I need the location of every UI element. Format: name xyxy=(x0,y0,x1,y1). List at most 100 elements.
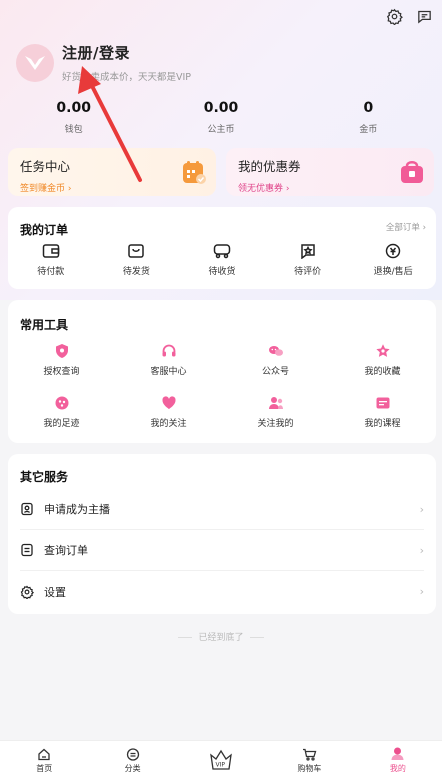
gold-coin-value: 0 xyxy=(363,100,374,116)
tool-followers[interactable]: 关注我的 xyxy=(222,395,329,429)
orders-card: 我的订单 全部订单 › 待付款 待发货 待收货 待评价 退换/售后 xyxy=(8,207,436,289)
task-center-title: 任务中心 xyxy=(20,159,71,174)
wallet-stat[interactable]: 0.00 钱包 xyxy=(0,100,147,135)
coupon-card[interactable]: 我的优惠券 领无优惠券 › xyxy=(226,148,434,196)
wallet-value: 0.00 xyxy=(56,100,91,116)
service-label: 申请成为主播 xyxy=(44,503,110,516)
services-card: 其它服务 申请成为主播 › 查询订单 › 设置 › xyxy=(8,454,436,614)
service-label: 查询订单 xyxy=(44,544,88,557)
settings-gear-icon[interactable] xyxy=(384,6,404,26)
settings-icon xyxy=(20,585,34,599)
wallet-label: 钱包 xyxy=(64,125,83,135)
apply-anchor-row[interactable]: 申请成为主播 › xyxy=(20,489,424,530)
tool-customer-service[interactable]: 客服中心 xyxy=(115,343,222,377)
order-item-label: 待评价 xyxy=(294,267,322,277)
order-item-label: 待付款 xyxy=(37,267,65,277)
tool-official-account[interactable]: 公众号 xyxy=(222,343,329,377)
home-icon xyxy=(38,748,50,761)
coupon-sub: 领无优惠券 › xyxy=(238,184,290,194)
refund-icon xyxy=(385,243,401,259)
top-bar xyxy=(384,6,434,26)
tab-category[interactable]: 分类 xyxy=(88,741,176,776)
review-icon xyxy=(300,244,315,259)
svg-text:VIP: VIP xyxy=(216,762,226,769)
order-pending-review[interactable]: 待评价 xyxy=(265,243,351,277)
star-icon xyxy=(375,344,390,357)
gift-bag-icon xyxy=(398,158,426,186)
tools-title: 常用工具 xyxy=(20,318,69,332)
tool-footprint[interactable]: 我的足迹 xyxy=(8,395,115,429)
service-label: 设置 xyxy=(44,585,66,599)
princess-coin-label: 公主币 xyxy=(207,125,235,135)
tab-label: 首页 xyxy=(36,764,53,773)
chevron-right-icon: › xyxy=(419,585,424,598)
chat-icon xyxy=(268,346,283,356)
tool-auth-query[interactable]: 授权查询 xyxy=(8,343,115,377)
orders-title: 我的订单 xyxy=(20,223,69,237)
avatar[interactable] xyxy=(16,43,54,82)
settings-row[interactable]: 设置 › xyxy=(20,571,424,612)
coupon-title: 我的优惠券 xyxy=(238,159,301,174)
cart-icon xyxy=(302,748,317,761)
profile-section[interactable]: 注册/登录 好货只卖成本价，天天都是VIP xyxy=(16,42,191,83)
tool-label: 我的关注 xyxy=(150,419,187,429)
tool-label: 公众号 xyxy=(261,367,289,377)
princess-coin-value: 0.00 xyxy=(203,100,239,116)
headset-icon xyxy=(162,344,175,357)
shield-icon xyxy=(55,344,68,358)
message-icon[interactable] xyxy=(414,6,434,26)
tool-my-courses[interactable]: 我的课程 xyxy=(329,395,436,429)
vip-crown-icon: VIP xyxy=(210,749,232,770)
calendar-icon xyxy=(180,158,208,186)
tool-label: 我的足迹 xyxy=(43,419,80,429)
end-of-list-text: 已经到底了 xyxy=(0,630,442,643)
tool-my-follows[interactable]: 我的关注 xyxy=(115,395,222,429)
tool-label: 关注我的 xyxy=(257,419,294,429)
query-order-row[interactable]: 查询订单 › xyxy=(20,530,424,571)
tools-card: 常用工具 授权查询 客服中心 公众号 我的收藏 我的足迹 我的关注 关注我的 我… xyxy=(8,300,436,443)
tool-label: 客服中心 xyxy=(150,367,187,377)
tool-label: 我的收藏 xyxy=(364,367,401,377)
order-item-label: 待发货 xyxy=(122,267,150,277)
followers-icon xyxy=(268,397,283,409)
task-center-card[interactable]: 任务中心 签到赚金币 › xyxy=(8,148,216,196)
heart-icon xyxy=(161,396,176,409)
tab-label: 我的 xyxy=(389,764,406,773)
tab-vip[interactable]: VIP xyxy=(177,741,265,776)
task-center-sub: 签到赚金币 › xyxy=(20,184,72,194)
order-item-label: 待收货 xyxy=(208,267,236,277)
order-refund-aftersale[interactable]: 退换/售后 xyxy=(350,243,436,277)
tool-favorites[interactable]: 我的收藏 xyxy=(329,343,436,377)
tab-label: 购物车 xyxy=(297,764,322,773)
tool-label: 授权查询 xyxy=(43,367,80,377)
princess-coin-stat[interactable]: 0.00 公主币 xyxy=(147,100,294,135)
stats-row: 0.00 钱包 0.00 公主币 0 金币 xyxy=(0,100,442,135)
order-list-icon xyxy=(21,543,33,557)
bottom-tab-bar: 首页 分类 VIP 购物车 我的 xyxy=(0,740,442,776)
box-icon xyxy=(128,244,145,258)
order-pending-receipt[interactable]: 待收货 xyxy=(179,243,265,277)
course-icon xyxy=(376,397,389,409)
gold-coin-label: 金币 xyxy=(359,125,378,135)
tab-home[interactable]: 首页 xyxy=(0,741,88,776)
all-orders-link[interactable]: 全部订单 › xyxy=(386,221,426,233)
tab-label: 分类 xyxy=(124,764,141,773)
profile-subtitle: 好货只卖成本价，天天都是VIP xyxy=(62,72,192,83)
truck-icon xyxy=(213,244,231,259)
order-item-label: 退换/售后 xyxy=(373,267,413,277)
chevron-right-icon: › xyxy=(419,502,424,516)
login-register-link[interactable]: 注册/登录 xyxy=(62,42,191,63)
services-title: 其它服务 xyxy=(20,470,69,484)
tab-mine[interactable]: 我的 xyxy=(354,741,442,776)
anchor-icon xyxy=(21,502,33,516)
order-pending-payment[interactable]: 待付款 xyxy=(8,243,94,277)
chevron-right-icon: › xyxy=(419,543,424,557)
tool-label: 我的课程 xyxy=(364,419,401,429)
wallet-icon xyxy=(42,244,60,258)
tab-cart[interactable]: 购物车 xyxy=(265,741,353,776)
footprint-icon xyxy=(55,396,68,410)
gold-coin-stat[interactable]: 0 金币 xyxy=(295,100,442,135)
order-pending-shipment[interactable]: 待发货 xyxy=(94,243,180,277)
profile-icon xyxy=(391,747,404,760)
category-icon xyxy=(126,748,139,761)
